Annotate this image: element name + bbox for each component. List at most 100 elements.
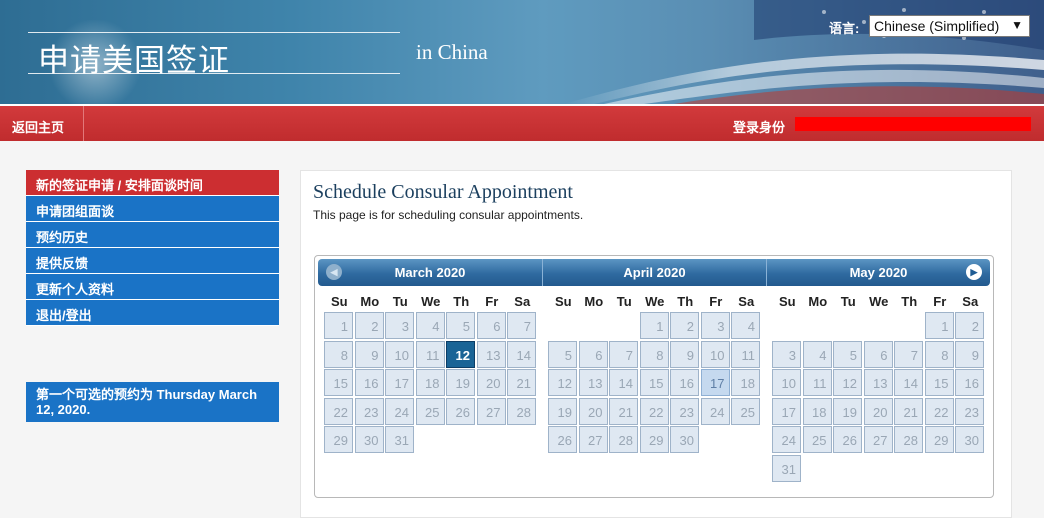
login-identity-label: 登录身份: [733, 120, 786, 135]
day-cell: 21: [894, 397, 923, 425]
day-cell: 6: [578, 340, 608, 368]
weekday-label: We: [421, 294, 441, 309]
main-content: Schedule Consular Appointment This page …: [300, 170, 1012, 518]
sidebar-item-appointment-history[interactable]: 预约历史: [26, 222, 279, 248]
day-cell: 5: [446, 312, 475, 339]
day-cell: 8: [639, 340, 669, 368]
day-cell: 7: [609, 340, 638, 368]
weekday-label: Su: [330, 294, 348, 309]
day-cell: 12: [548, 369, 577, 396]
day-cell: 16: [670, 369, 699, 396]
language-label: 语言:: [829, 21, 860, 36]
day-cell: 30: [955, 426, 984, 453]
day-cell: 7: [894, 340, 923, 368]
day-cell: 12: [833, 369, 862, 396]
chevron-right-icon[interactable]: ▶: [966, 264, 982, 280]
day-grid: 1 2 3 4 5 6 7 8 9 10 11 12 13 14 15 16 17 18 19 20 21 22 23 24 2…: [324, 312, 542, 508]
sidebar-item-feedback[interactable]: 提供反馈: [26, 248, 279, 274]
weekday-label: We: [645, 294, 665, 309]
weekday-label: Tu: [840, 294, 856, 309]
sidebar-item-group-interview[interactable]: 申请团组面谈: [26, 196, 279, 222]
day-cell: 13: [578, 369, 608, 396]
weekday-label: Th: [677, 294, 694, 309]
day-cell: 5: [833, 340, 862, 368]
day-cell: 20: [863, 397, 893, 425]
header-banner: 申请美国签证 in China 语言: Chinese (Simplified)…: [0, 0, 1044, 104]
day-cell: 29: [924, 426, 954, 453]
calendar-month-march: ◀ March 2020 Su Mo Tu We Th Fr Sa 1 2 3 4 5 6 7 8 9 10 1…: [318, 259, 542, 508]
weekday-label: Tu: [616, 294, 632, 309]
weekday-label: Tu: [392, 294, 408, 309]
sidebar-item-new-application[interactable]: 新的签证申请 / 安排面谈时间: [26, 170, 279, 196]
day-cell: 11: [415, 340, 445, 368]
caret-down-icon: ▼: [1011, 18, 1023, 32]
month-title: April 2020: [623, 265, 686, 280]
weekday-label: Fr: [709, 294, 723, 309]
day-cell: 26: [446, 397, 475, 425]
day-cell: 30: [354, 426, 384, 453]
day-cell: 27: [578, 426, 608, 453]
page-title: Schedule Consular Appointment: [313, 181, 573, 203]
day-cell: 9: [955, 340, 984, 368]
day-cell: 7: [507, 312, 536, 339]
site-location: in China: [416, 40, 488, 64]
day-cell: 23: [955, 397, 984, 425]
day-cell: 18: [415, 369, 445, 396]
day-cell: 27: [476, 397, 506, 425]
day-cell: 19: [548, 397, 577, 425]
weekday-label: Mo: [808, 294, 828, 309]
day-cell: 26: [548, 426, 577, 453]
month-header: May 2020 ▶: [766, 259, 990, 286]
day-cell: 11: [731, 340, 760, 368]
day-cell: 19: [833, 397, 862, 425]
day-cell: 2: [955, 312, 984, 339]
site-title: 申请美国签证: [38, 43, 230, 79]
day-cell: 10: [772, 369, 801, 396]
day-cell: 30: [670, 426, 699, 453]
day-cell: 15: [924, 369, 954, 396]
day-cell: 5: [548, 340, 577, 368]
available-day-cell[interactable]: 12: [446, 340, 475, 368]
weekday-label: We: [869, 294, 889, 309]
day-cell: 19: [446, 369, 475, 396]
day-cell: 21: [507, 369, 536, 396]
day-cell: 2: [670, 312, 699, 339]
sidebar-nav: 新的签证申请 / 安排面谈时间 申请团组面谈 预约历史 提供反馈 更新个人资料 …: [26, 170, 279, 326]
sidebar-item-update-profile[interactable]: 更新个人资料: [26, 274, 279, 300]
day-cell: 8: [324, 340, 353, 368]
day-cell: 28: [609, 426, 638, 453]
weekday-header: Su Mo Tu We Th Fr Sa: [766, 290, 990, 312]
weekday-label: Th: [453, 294, 470, 309]
day-cell: 18: [802, 397, 832, 425]
day-cell: 25: [731, 397, 760, 425]
day-cell: 31: [772, 454, 801, 482]
day-cell: 13: [476, 340, 506, 368]
day-cell: 4: [731, 312, 760, 339]
month-title: March 2020: [394, 265, 466, 280]
page-description: This page is for scheduling consular app…: [313, 208, 584, 222]
day-cell: 13: [863, 369, 893, 396]
day-cell: 10: [385, 340, 414, 368]
day-cell: 16: [955, 369, 984, 396]
home-link[interactable]: 返回主页: [0, 106, 84, 141]
weekday-label: Fr: [933, 294, 947, 309]
day-cell: 9: [354, 340, 384, 368]
weekday-label: Fr: [485, 294, 499, 309]
day-cell: 23: [670, 397, 699, 425]
day-cell: 22: [639, 397, 669, 425]
sidebar-item-logout[interactable]: 退出/登出: [26, 300, 279, 326]
chevron-left-icon[interactable]: ◀: [326, 264, 342, 280]
day-grid: 1 2 3 4 5 6 7 8 9 10 11 12 13 14 15 16 17 18 19 20 21 22 23 24 2…: [772, 312, 990, 508]
day-cell: 20: [578, 397, 608, 425]
day-cell: 22: [924, 397, 954, 425]
weekday-label: Su: [554, 294, 572, 309]
weekday-header: Su Mo Tu We Th Fr Sa: [542, 290, 766, 312]
day-cell: 29: [324, 426, 353, 453]
month-header: ◀ March 2020: [318, 259, 542, 286]
day-cell: 29: [639, 426, 669, 453]
day-cell: 3: [385, 312, 414, 339]
month-title: May 2020: [849, 265, 908, 280]
day-cell: 14: [894, 369, 923, 396]
weekday-label: Sa: [738, 294, 755, 309]
language-select[interactable]: Chinese (Simplified) ▼: [869, 15, 1030, 37]
